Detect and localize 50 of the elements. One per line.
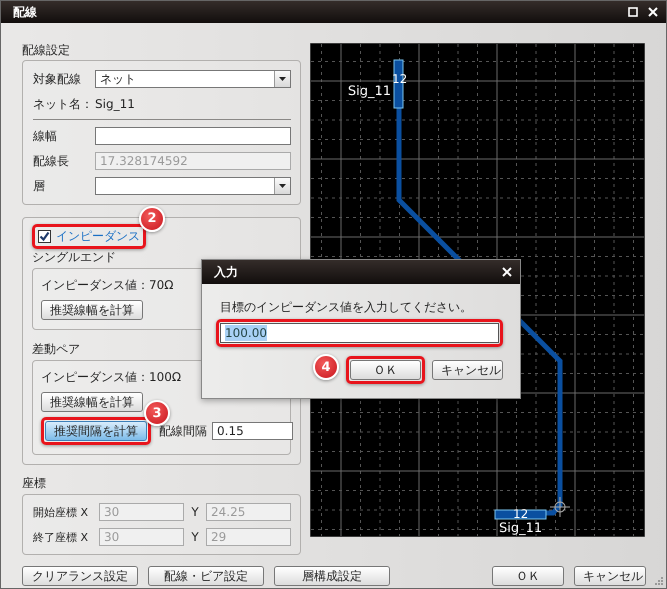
- calculate-button[interactable]: 推奨線幅を計算: [41, 392, 143, 412]
- field-label: 層: [33, 178, 46, 194]
- cancel-button[interactable]: キャンセル: [432, 360, 503, 380]
- settings-button[interactable]: クリアランス設定: [22, 566, 138, 586]
- calculate-button[interactable]: 推奨線幅を計算: [41, 300, 143, 320]
- step-badge: 4: [313, 354, 339, 380]
- pin-label: 12: [392, 72, 408, 86]
- section-title: シングルエンド: [32, 250, 117, 264]
- ok-button[interactable]: ＯＫ: [492, 566, 564, 586]
- impedance-value: インピーダンス値：100Ω: [41, 370, 182, 384]
- pin-label: 12: [513, 507, 528, 521]
- input-field[interactable]: 100.00: [220, 323, 499, 343]
- prompt-text: 目標のインピーダンス値を入力してください。: [220, 300, 473, 314]
- field-label: 開始座標 X: [33, 504, 90, 520]
- field-label: 対象配線: [33, 70, 82, 88]
- section-title: 差動ペア: [32, 342, 81, 356]
- pad: [494, 510, 546, 520]
- field-value: Sig_11: [95, 97, 135, 111]
- step-badge: 2: [139, 206, 165, 232]
- calculate-button[interactable]: 推奨間隔を計算: [45, 421, 147, 441]
- close-icon: [502, 267, 512, 277]
- settings-button[interactable]: 層構成設定: [274, 566, 390, 586]
- input-field[interactable]: 0.15: [212, 422, 293, 440]
- crosshair-icon: [550, 496, 570, 518]
- settings-button[interactable]: 配線・ビア設定: [148, 566, 264, 586]
- window-title: 配線: [13, 4, 37, 20]
- field-label: 線幅: [33, 128, 58, 144]
- field-label: Y: [190, 505, 200, 519]
- field-label: 終了座標 X: [33, 530, 90, 544]
- field-label: Y: [190, 530, 200, 544]
- checkbox[interactable]: インピーダンス: [36, 228, 142, 244]
- cancel-button[interactable]: キャンセル: [574, 566, 646, 586]
- dropdown-arrow-icon: [279, 77, 286, 81]
- field-label: ネット名：: [33, 96, 94, 112]
- ok-button[interactable]: ＯＫ: [350, 360, 421, 380]
- net-label: Sig_11: [348, 84, 391, 99]
- step-badge: 3: [144, 400, 170, 426]
- close-icon: [648, 7, 658, 17]
- maximize-icon: [628, 7, 638, 17]
- dropdown[interactable]: ネット: [95, 70, 291, 88]
- net-label: Sig_11: [499, 521, 542, 536]
- section-title: 配線設定: [22, 43, 71, 57]
- section-title: 座標: [22, 476, 47, 490]
- impedance-value: インピーダンス値：70Ω: [41, 278, 174, 292]
- dropdown[interactable]: [95, 177, 291, 195]
- input-field[interactable]: [95, 127, 291, 145]
- dropdown-arrow-icon: [279, 184, 286, 188]
- field-label: 配線長: [33, 152, 70, 170]
- resize-grip-icon: [654, 576, 663, 585]
- dialog-title: 入力: [214, 264, 238, 280]
